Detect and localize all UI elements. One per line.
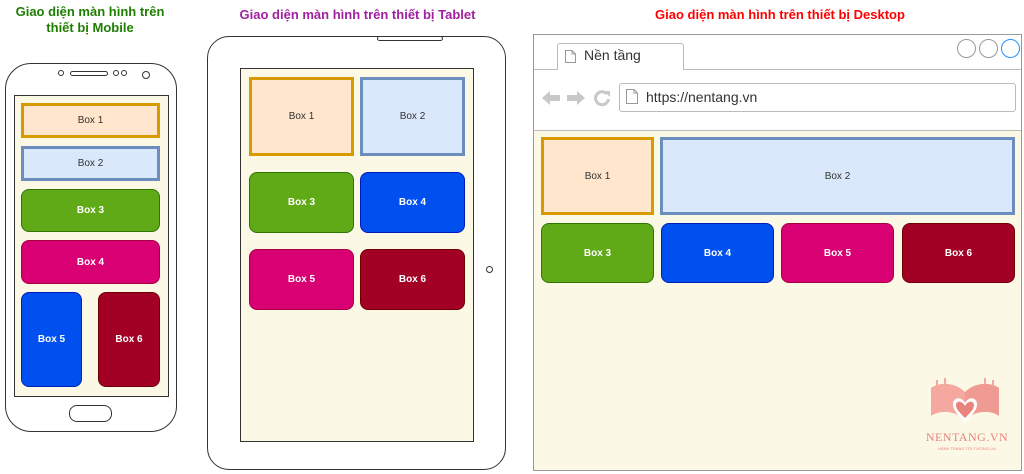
mobile-box-2: Box 2 — [21, 146, 160, 181]
tablet-box-3: Box 3 — [249, 172, 354, 233]
tablet-top-bar — [377, 36, 443, 41]
desktop-box-3: Box 3 — [541, 223, 654, 283]
tab-page-icon — [565, 50, 576, 63]
back-arrow-icon[interactable] — [541, 90, 561, 106]
desktop-box-5: Box 5 — [781, 223, 894, 283]
watermark-brand: NENTANG.VN — [925, 430, 1009, 444]
mobile-title: Giao diện màn hình trên thiết bị Mobile — [0, 4, 180, 36]
url-text: https://nentang.vn — [646, 89, 758, 105]
window-maximize-icon[interactable] — [979, 39, 998, 58]
url-page-icon — [626, 89, 638, 104]
desktop-box-2: Box 2 — [660, 137, 1015, 215]
mobile-box-6: Box 6 — [98, 292, 160, 387]
mobile-title-line1: Giao diện màn hình trên — [15, 4, 165, 19]
watermark-tagline: HÀNH TRANG TỚI TƯƠNG LAI — [938, 446, 996, 451]
reload-icon[interactable] — [593, 89, 611, 107]
desktop-box-4: Box 4 — [661, 223, 774, 283]
mobile-home-button[interactable] — [69, 405, 112, 422]
mobile-camera — [142, 71, 150, 79]
desktop-box-1: Box 1 — [541, 137, 654, 215]
nentang-logo — [925, 378, 1005, 430]
desktop-title: Giao diện màn hình trên thiết bị Desktop — [655, 7, 905, 22]
tablet-box-4: Box 4 — [360, 172, 465, 233]
mobile-sensor-dot — [58, 70, 64, 76]
tablet-box-6: Box 6 — [360, 249, 465, 310]
window-minimize-icon[interactable] — [957, 39, 976, 58]
mobile-box-3: Box 3 — [21, 189, 160, 232]
tablet-box-5: Box 5 — [249, 249, 354, 310]
window-close-icon[interactable] — [1001, 39, 1020, 58]
mobile-speaker — [70, 71, 108, 76]
tablet-title: Giao diện màn hình trên thiết bị Tablet — [239, 7, 476, 22]
tablet-box-1: Box 1 — [249, 77, 354, 156]
desktop-box-6: Box 6 — [902, 223, 1015, 283]
tab-bar-gap — [558, 69, 683, 71]
mobile-box-4: Box 4 — [21, 240, 160, 284]
tablet-box-2: Box 2 — [360, 77, 465, 156]
tab-label: Nền tầng — [584, 47, 641, 63]
tablet-home-button[interactable] — [486, 266, 493, 273]
forward-arrow-icon[interactable] — [566, 90, 586, 106]
mobile-sensor-dot — [121, 70, 127, 76]
mobile-title-line2: thiết bị Mobile — [46, 20, 134, 35]
mobile-box-1: Box 1 — [21, 103, 160, 138]
mobile-box-5: Box 5 — [21, 292, 82, 387]
mobile-sensor-dot — [113, 70, 119, 76]
